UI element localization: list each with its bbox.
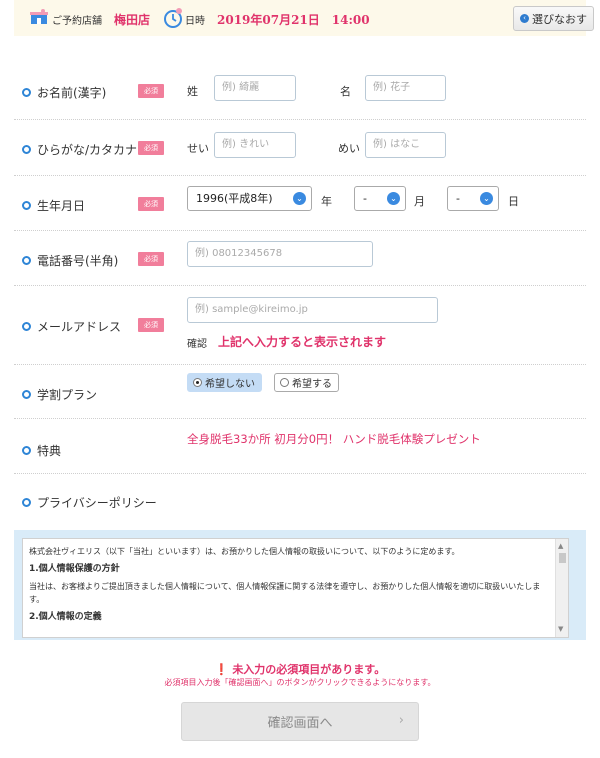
birthday-label: 生年月日 (22, 197, 85, 214)
sei-kana-input[interactable]: 例) きれい (214, 132, 296, 158)
sei-label: 姓 (187, 85, 198, 98)
year-unit: 年 (321, 195, 332, 208)
mei-label: 名 (340, 85, 351, 98)
required-badge: 必須 (138, 141, 164, 155)
chevron-down-icon: ⌄ (387, 192, 400, 205)
sei-kana-label: せい (187, 142, 209, 155)
mei-input[interactable]: 例) 花子 (365, 75, 446, 101)
datetime-label: 日時 (185, 16, 205, 27)
confirm-screen-button[interactable]: 確認画面へ › (181, 702, 419, 741)
scroll-up-icon[interactable]: ▲ (558, 540, 563, 553)
row-name: お名前(漢字) 必須 姓 例) 綺麗 名 例) 花子 (14, 63, 586, 120)
bullet-icon (22, 390, 31, 399)
bullet-icon (22, 322, 31, 331)
privacy-label: プライバシーポリシー (22, 494, 157, 511)
student-plan-no-radio[interactable]: 希望しない (187, 373, 262, 392)
policy-body-1: 当社は、お客様よりご提出頂きました個人情報について、個人情報保護に関する法律を遵… (29, 582, 541, 604)
required-badge: 必須 (138, 252, 164, 266)
error-hint: 必須項目入力後「確認画面へ」のボタンがクリックできるようになります。 (164, 678, 436, 687)
chevron-left-icon: ‹ (520, 14, 529, 23)
required-badge: 必須 (138, 84, 164, 98)
chevron-down-icon: ⌄ (293, 192, 306, 205)
shop-value: 梅田店 (114, 13, 151, 27)
scroll-down-icon[interactable]: ▼ (558, 623, 563, 636)
alert-icon: ❗ (214, 663, 229, 676)
month-unit: 月 (414, 195, 425, 208)
policy-heading-2: 2.個人情報の定義 (29, 612, 102, 622)
policy-intro: 株式会社ヴィエリス（以下「当社」といいます）は、お預かりした個人情報の取扱いにつ… (29, 547, 460, 556)
row-birthday: 生年月日 必須 1996(平成8年) ⌄ 年 - ⌄ 月 - ⌄ 日 (14, 176, 586, 231)
policy-heading-1: 1.個人情報保護の方針 (29, 564, 120, 574)
bullet-icon (22, 201, 31, 210)
confirm-button-label: 確認画面へ (267, 716, 333, 731)
birth-month-select[interactable]: - ⌄ (354, 186, 406, 211)
row-student-plan: 学割プラン 希望しない 希望する (14, 365, 586, 419)
name-label: お名前(漢字) (22, 84, 106, 101)
required-badge: 必須 (138, 197, 164, 211)
row-email: メールアドレス 必須 例) sample@kireimo.jp 確認 上記へ入力… (14, 286, 586, 365)
day-unit: 日 (508, 195, 519, 208)
email-confirm-message: 上記へ入力すると表示されます (218, 335, 387, 349)
bullet-icon (22, 88, 31, 97)
bullet-icon (22, 145, 31, 154)
row-phone: 電話番号(半角) 必須 例) 08012345678 (14, 231, 586, 286)
kana-label: ひらがな/カタカナ (22, 141, 137, 158)
phone-input[interactable]: 例) 08012345678 (187, 241, 373, 267)
required-badge: 必須 (138, 318, 164, 332)
shop-icon (30, 9, 48, 24)
chevron-right-icon: › (398, 713, 404, 728)
chevron-down-icon: ⌄ (480, 192, 493, 205)
email-confirm-label: 確認 (187, 339, 207, 350)
clock-icon (164, 8, 182, 28)
mei-kana-label: めい (338, 142, 360, 155)
sei-input[interactable]: 例) 綺麗 (214, 75, 296, 101)
mei-kana-input[interactable]: 例) はなこ (365, 132, 446, 158)
reservation-header: ご予約店舗 梅田店 日時 2019年07月21日 14:00 ‹ 選びなおす (14, 0, 594, 36)
benefit-text: 全身脱毛33か所 初月分0円！ ハンド脱毛体験プレゼント (187, 432, 481, 446)
privacy-policy-scroll[interactable]: 株式会社ヴィエリス（以下「当社」といいます）は、お預かりした個人情報の取扱いにつ… (22, 538, 569, 638)
email-label: メールアドレス (22, 318, 121, 335)
datetime-value: 2019年07月21日 14:00 (217, 13, 370, 27)
phone-label: 電話番号(半角) (22, 252, 118, 269)
student-plan-label: 学割プラン (22, 386, 97, 403)
student-plan-yes-radio[interactable]: 希望する (274, 373, 339, 392)
radio-empty-icon (280, 378, 289, 387)
privacy-policy-box: 株式会社ヴィエリス（以下「当社」といいます）は、お預かりした個人情報の取扱いにつ… (14, 530, 586, 640)
bullet-icon (22, 498, 31, 507)
row-benefit: 特典 全身脱毛33か所 初月分0円！ ハンド脱毛体験プレゼント (14, 419, 586, 474)
birth-year-select[interactable]: 1996(平成8年) ⌄ (187, 186, 312, 211)
bullet-icon (22, 256, 31, 265)
email-input[interactable]: 例) sample@kireimo.jp (187, 297, 438, 323)
policy-scrollbar[interactable]: ▲ ▼ (555, 539, 568, 637)
shop-label: ご予約店舗 (52, 16, 102, 27)
scroll-thumb[interactable] (559, 553, 566, 563)
bullet-icon (22, 446, 31, 455)
error-message: ❗ 未入力の必須項目があります。 (214, 663, 386, 676)
birth-day-select[interactable]: - ⌄ (447, 186, 499, 211)
reselect-button[interactable]: ‹ 選びなおす (513, 6, 594, 31)
row-kana: ひらがな/カタカナ 必須 せい 例) きれい めい 例) はなこ (14, 120, 586, 176)
benefit-label: 特典 (22, 442, 61, 459)
radio-selected-icon (193, 378, 202, 387)
reselect-button-label: 選びなおす (532, 12, 587, 26)
